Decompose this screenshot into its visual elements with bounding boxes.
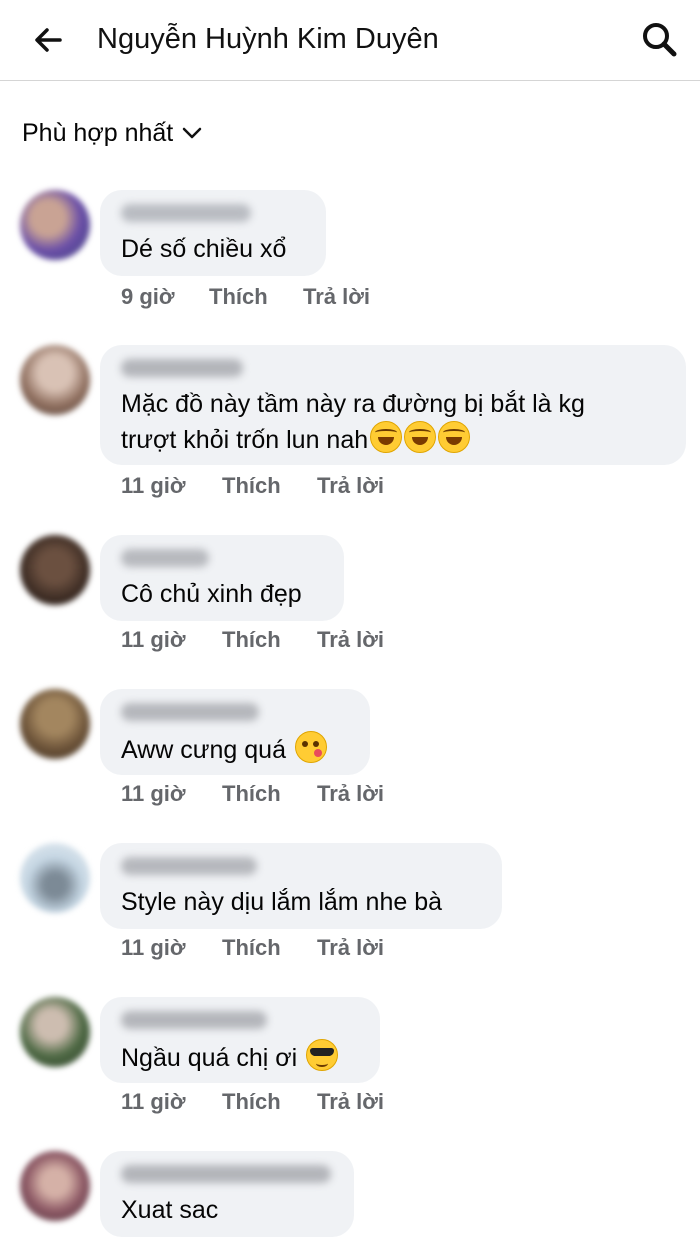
reply-button[interactable]: Trả lời xyxy=(317,473,384,499)
comment-bubble[interactable]: Dé số chiều xổ xyxy=(100,190,326,276)
like-button[interactable]: Thích xyxy=(222,935,281,961)
comment-bubble[interactable]: Xuat sac xyxy=(100,1151,354,1237)
comment-text-content: Mặc đồ này tầm này ra đường bị bắt là kg… xyxy=(121,390,585,454)
avatar[interactable] xyxy=(20,689,90,759)
kissing-emoji-icon xyxy=(294,731,327,763)
commenter-name-blurred[interactable] xyxy=(121,703,259,721)
top-bar: Nguyễn Huỳnh Kim Duyên xyxy=(0,0,700,81)
comment-bubble[interactable]: Cô chủ xinh đẹp xyxy=(100,535,344,621)
comment-time: 11 giờ xyxy=(121,627,186,652)
comment-text: Dé số chiều xổ xyxy=(121,235,287,263)
like-button[interactable]: Thích xyxy=(222,627,281,653)
avatar[interactable] xyxy=(20,190,90,260)
avatar[interactable] xyxy=(20,535,90,605)
commenter-name-blurred[interactable] xyxy=(121,1011,267,1029)
page-title: Nguyễn Huỳnh Kim Duyên xyxy=(97,23,439,55)
avatar[interactable] xyxy=(20,1151,90,1221)
sort-label: Phù hợp nhất xyxy=(22,119,174,147)
rofl-emoji-icon xyxy=(370,421,403,453)
chevron-down-icon xyxy=(182,127,202,139)
commenter-name-blurred[interactable] xyxy=(121,1165,331,1183)
comment-bubble[interactable]: Aww cưng quá xyxy=(100,689,370,775)
sort-dropdown[interactable]: Phù hợp nhất xyxy=(22,116,203,150)
avatar[interactable] xyxy=(20,843,90,913)
avatar[interactable] xyxy=(20,997,90,1067)
comment-text: Style này dịu lắm lắm nhe bà xyxy=(121,888,443,916)
search-icon[interactable] xyxy=(640,20,678,58)
commenter-name-blurred[interactable] xyxy=(121,857,257,875)
comment-time: 11 giờ xyxy=(121,781,186,806)
reply-button[interactable]: Trả lời xyxy=(317,781,384,807)
comment-text: Cô chủ xinh đẹp xyxy=(121,580,302,608)
like-button[interactable]: Thích xyxy=(222,473,281,499)
rofl-emoji-icon xyxy=(438,421,471,453)
comment-time: 9 giờ xyxy=(121,284,175,309)
comment-text: Mặc đồ này tầm này ra đường bị bắt là kg… xyxy=(121,387,666,457)
comment-bubble[interactable]: Ngầu quá chị ơi xyxy=(100,997,380,1083)
comment-bubble[interactable]: Mặc đồ này tầm này ra đường bị bắt là kg… xyxy=(100,345,686,465)
comment-text: Ngầu quá chị ơi xyxy=(121,1039,360,1075)
comment-bubble[interactable]: Style này dịu lắm lắm nhe bà xyxy=(100,843,502,929)
commenter-name-blurred[interactable] xyxy=(121,549,209,567)
commenter-name-blurred[interactable] xyxy=(121,204,251,222)
like-button[interactable]: Thích xyxy=(222,1089,281,1115)
comment-time: 11 giờ xyxy=(121,935,186,960)
rofl-emoji-icon xyxy=(404,421,437,453)
back-arrow-icon[interactable] xyxy=(30,22,66,58)
comment-text: Aww cưng quá xyxy=(121,731,350,767)
comment-time: 11 giờ xyxy=(121,473,186,498)
reply-button[interactable]: Trả lời xyxy=(317,627,384,653)
like-button[interactable]: Thích xyxy=(222,781,281,807)
reply-button[interactable]: Trả lời xyxy=(317,935,384,961)
comment-text-content: Ngầu quá chị ơi xyxy=(121,1044,298,1072)
comment-time: 11 giờ xyxy=(121,1089,186,1114)
commenter-name-blurred[interactable] xyxy=(121,359,243,377)
reply-button[interactable]: Trả lời xyxy=(317,1089,384,1115)
like-button[interactable]: Thích xyxy=(209,284,268,310)
comment-text: Xuat sac xyxy=(121,1196,219,1224)
sunglasses-emoji-icon xyxy=(306,1039,339,1071)
reply-button[interactable]: Trả lời xyxy=(303,284,370,310)
comment-text-content: Aww cưng quá xyxy=(121,736,286,764)
avatar[interactable] xyxy=(20,345,90,415)
